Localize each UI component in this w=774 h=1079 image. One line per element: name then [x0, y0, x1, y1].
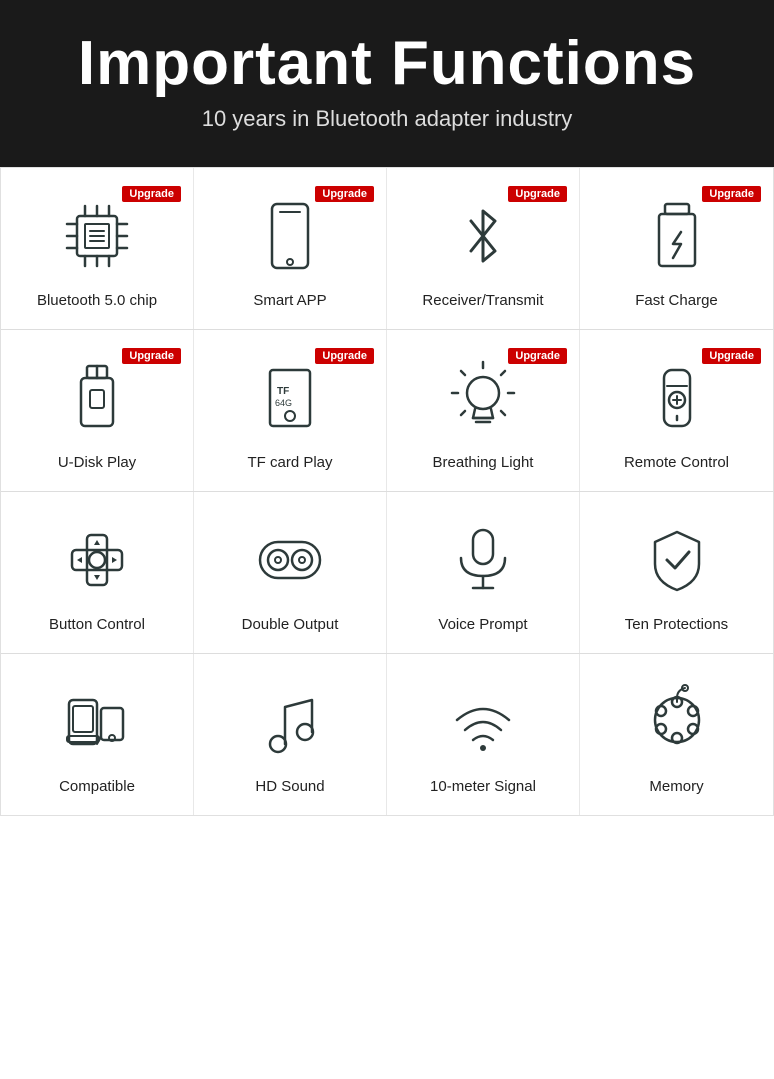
upgrade-badge: Upgrade [315, 348, 374, 364]
cell-label: Memory [649, 778, 703, 795]
grid-cell-1-3: Upgrade Remote Control [580, 330, 773, 491]
cell-label: HD Sound [255, 778, 324, 795]
udisk-icon [57, 358, 137, 438]
cell-label: Double Output [242, 616, 339, 633]
page-subtitle: 10 years in Bluetooth adapter industry [20, 106, 754, 132]
grid-cell-3-2: 10-meter Signal [387, 654, 580, 815]
light-icon [443, 358, 523, 438]
grid-cell-3-3: Memory [580, 654, 773, 815]
grid-cell-0-0: Upgrade Bluetooth 5.0 chip [1, 168, 194, 329]
grid-cell-0-3: Upgrade Fast Charge [580, 168, 773, 329]
grid-row-3: Compatible HD Sound 10-meter Signal Memo… [1, 654, 773, 815]
grid-cell-0-2: Upgrade Receiver/Transmit [387, 168, 580, 329]
grid-cell-2-1: Double Output [194, 492, 387, 653]
cell-label: U-Disk Play [58, 454, 136, 471]
cell-label: Smart APP [253, 292, 326, 309]
grid-cell-2-3: Ten Protections [580, 492, 773, 653]
cell-label: 10-meter Signal [430, 778, 536, 795]
cell-label: Button Control [49, 616, 145, 633]
page-title: Important Functions [20, 30, 754, 98]
upgrade-badge: Upgrade [508, 348, 567, 364]
shield-icon [637, 520, 717, 600]
grid-cell-0-1: Upgrade Smart APP [194, 168, 387, 329]
upgrade-badge: Upgrade [508, 186, 567, 202]
upgrade-badge: Upgrade [702, 186, 761, 202]
upgrade-badge: Upgrade [702, 348, 761, 364]
cell-label: Remote Control [624, 454, 729, 471]
page-header: Important Functions 10 years in Bluetoot… [0, 0, 774, 167]
cell-label: Breathing Light [433, 454, 534, 471]
phone-icon [250, 196, 330, 276]
grid-cell-1-1: Upgrade TF 64G TF card Play [194, 330, 387, 491]
cell-label: Ten Protections [625, 616, 728, 633]
fastcharge-icon [637, 196, 717, 276]
grid-row-0: Upgrade Bluetooth 5.0 chipUpgrade Smart … [1, 168, 773, 330]
compatible-icon [57, 682, 137, 762]
features-grid: Upgrade Bluetooth 5.0 chipUpgrade Smart … [0, 167, 774, 816]
grid-cell-1-2: Upgrade Breathing Light [387, 330, 580, 491]
grid-row-2: Button Control Double Output Voice Promp… [1, 492, 773, 654]
upgrade-badge: Upgrade [122, 186, 181, 202]
mic-icon [443, 520, 523, 600]
speaker-icon [250, 520, 330, 600]
tfcard-icon: TF 64G [250, 358, 330, 438]
grid-cell-1-0: Upgrade U-Disk Play [1, 330, 194, 491]
grid-cell-2-0: Button Control [1, 492, 194, 653]
cell-label: Fast Charge [635, 292, 718, 309]
cell-label: Compatible [59, 778, 135, 795]
cell-label: Voice Prompt [438, 616, 527, 633]
upgrade-badge: Upgrade [122, 348, 181, 364]
dpad-icon [57, 520, 137, 600]
svg-text:64G: 64G [275, 398, 292, 408]
cell-label: Bluetooth 5.0 chip [37, 292, 157, 309]
cell-label: TF card Play [247, 454, 332, 471]
cell-label: Receiver/Transmit [422, 292, 543, 309]
music-icon [250, 682, 330, 762]
grid-row-1: Upgrade U-Disk PlayUpgrade TF 64G TF car… [1, 330, 773, 492]
memory-icon [637, 682, 717, 762]
remote-icon [637, 358, 717, 438]
grid-cell-2-2: Voice Prompt [387, 492, 580, 653]
grid-cell-3-0: Compatible [1, 654, 194, 815]
grid-cell-3-1: HD Sound [194, 654, 387, 815]
svg-text:TF: TF [277, 386, 289, 397]
upgrade-badge: Upgrade [315, 186, 374, 202]
wifi-icon [443, 682, 523, 762]
bluetooth-icon [443, 196, 523, 276]
chip-icon [57, 196, 137, 276]
